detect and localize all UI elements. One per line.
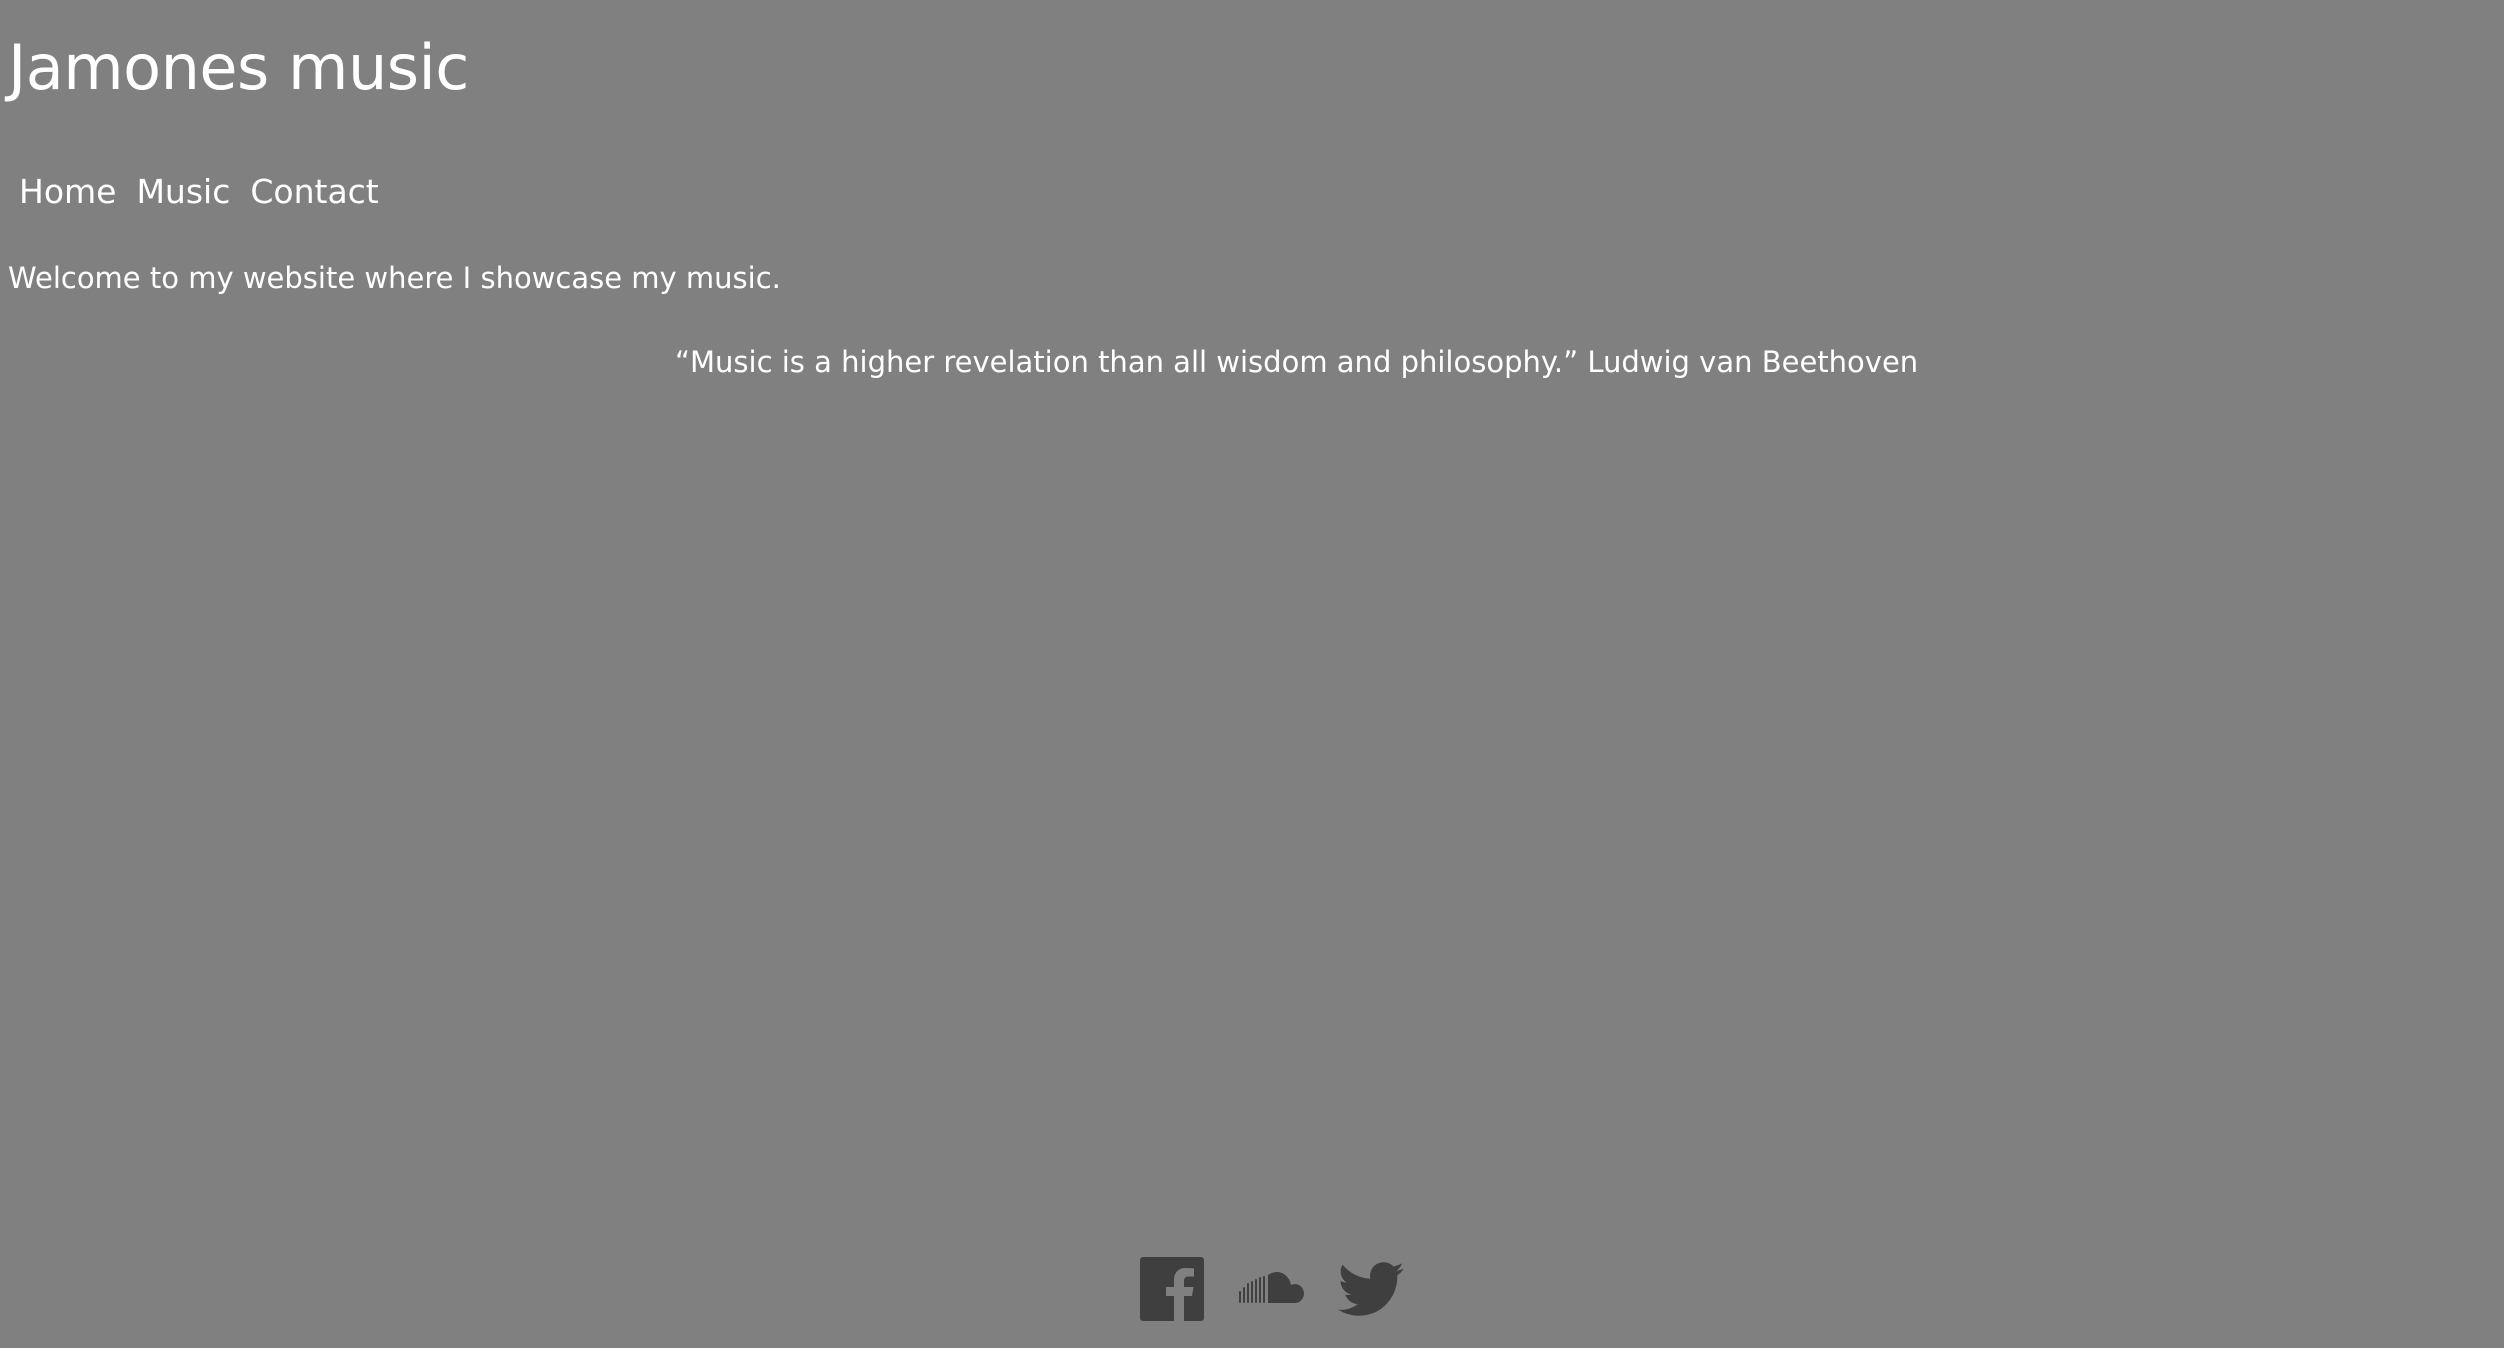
social-links bbox=[1140, 1254, 1404, 1324]
facebook-link[interactable] bbox=[1140, 1257, 1204, 1321]
welcome-text: Welcome to my website where I showcase m… bbox=[8, 261, 781, 295]
site-title: Jamones music bbox=[8, 31, 469, 104]
nav-link-music[interactable]: Music bbox=[136, 168, 230, 216]
nav-link-contact[interactable]: Contact bbox=[250, 168, 378, 216]
facebook-icon bbox=[1140, 1257, 1204, 1321]
beethoven-quote: “Music is a higher revelation than all w… bbox=[675, 345, 1919, 379]
soundcloud-link[interactable] bbox=[1237, 1269, 1305, 1309]
nav-link-home[interactable]: Home bbox=[19, 168, 116, 216]
twitter-icon bbox=[1338, 1262, 1404, 1316]
twitter-link[interactable] bbox=[1338, 1261, 1404, 1317]
soundcloud-icon bbox=[1239, 1272, 1304, 1303]
main-nav: Home Music Contact bbox=[19, 168, 379, 216]
